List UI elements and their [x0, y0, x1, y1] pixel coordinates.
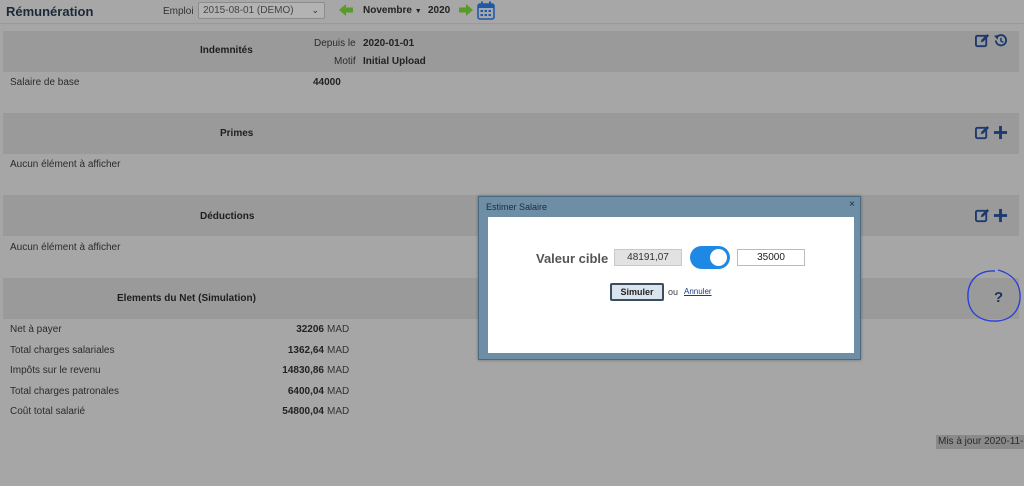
valeur-cible-label: Valeur cible	[536, 251, 609, 266]
arrow-left-icon[interactable]	[338, 2, 354, 18]
top-bar: Rémunération Emploi 2015-08-01 (DEMO) ⌄ …	[0, 0, 1024, 24]
depuis-label: Depuis le	[314, 38, 356, 49]
last-updated: Mis à jour 2020-11-	[936, 435, 1024, 449]
impots-value: 14830,86	[282, 365, 324, 376]
net-a-payer-value: 32206	[296, 324, 324, 335]
annuler-link[interactable]: Annuler	[684, 287, 712, 296]
indemnites-header	[3, 31, 1019, 72]
net-a-payer-label: Net à payer	[10, 324, 62, 335]
emploi-label: Emploi	[163, 6, 194, 17]
calendar-icon[interactable]	[477, 1, 495, 20]
primes-header	[3, 113, 1019, 154]
edit-icon[interactable]	[975, 125, 990, 140]
toggle-knob	[710, 249, 727, 266]
primes-title: Primes	[220, 128, 254, 139]
net-a-payer-unit: MAD	[327, 324, 350, 335]
emploi-select[interactable]: 2015-08-01 (DEMO) ⌄	[198, 2, 325, 19]
mode-toggle[interactable]	[690, 246, 730, 269]
deductions-title: Déductions	[200, 211, 255, 222]
add-icon[interactable]	[993, 208, 1008, 223]
modal-body: Valeur cible 48191,07 35000 Simuler ou A…	[488, 217, 854, 353]
year-value[interactable]: 2020	[428, 5, 450, 16]
cout-total-unit: MAD	[327, 406, 350, 417]
impots-label: Impôts sur le revenu	[10, 365, 101, 376]
add-icon[interactable]	[993, 125, 1008, 140]
charges-salariales-value: 1362,64	[287, 345, 324, 356]
cout-total-value: 54800,04	[282, 406, 324, 417]
net-title: Elements du Net (Simulation)	[117, 293, 256, 304]
charges-salariales-label: Total charges salariales	[10, 345, 115, 356]
chevron-down-icon: ⌄	[311, 5, 319, 15]
month-select[interactable]: Novembre ▼	[363, 5, 422, 16]
arrow-right-icon[interactable]	[458, 2, 474, 18]
depuis-value: 2020-01-01	[363, 38, 415, 49]
help-button[interactable]: ?	[994, 289, 1003, 306]
charges-salariales-unit: MAD	[327, 345, 350, 356]
simuler-button[interactable]: Simuler	[610, 283, 664, 301]
impots-unit: MAD	[327, 365, 350, 376]
motif-label: Motif	[334, 56, 356, 67]
emploi-value: 2015-08-01 (DEMO)	[203, 5, 294, 16]
history-icon[interactable]	[993, 33, 1008, 48]
current-value-field: 48191,07	[614, 249, 682, 266]
primes-empty: Aucun élément à afficher	[10, 159, 121, 170]
cout-total-label: Coût total salarié	[10, 406, 86, 417]
month-value: Novembre	[363, 5, 412, 16]
ou-text: ou	[668, 287, 679, 297]
edit-icon[interactable]	[975, 208, 990, 223]
estimer-salaire-modal: Estimer Salaire × Valeur cible 48191,07 …	[478, 196, 861, 360]
target-value-input[interactable]: 35000	[737, 249, 805, 266]
salaire-base-value: 44000	[313, 77, 341, 88]
modal-title: Estimer Salaire	[486, 202, 548, 212]
indemnites-title: Indemnités	[200, 45, 253, 56]
charges-patronales-label: Total charges patronales	[10, 386, 119, 397]
caret-down-icon: ▼	[414, 8, 422, 15]
motif-value: Initial Upload	[363, 56, 426, 67]
page-title: Rémunération	[6, 4, 94, 19]
salaire-base-label: Salaire de base	[10, 77, 80, 88]
close-icon[interactable]: ×	[849, 199, 855, 210]
deductions-empty: Aucun élément à afficher	[10, 242, 121, 253]
edit-icon[interactable]	[975, 33, 990, 48]
charges-patronales-unit: MAD	[327, 386, 350, 397]
charges-patronales-value: 6400,04	[287, 386, 324, 397]
